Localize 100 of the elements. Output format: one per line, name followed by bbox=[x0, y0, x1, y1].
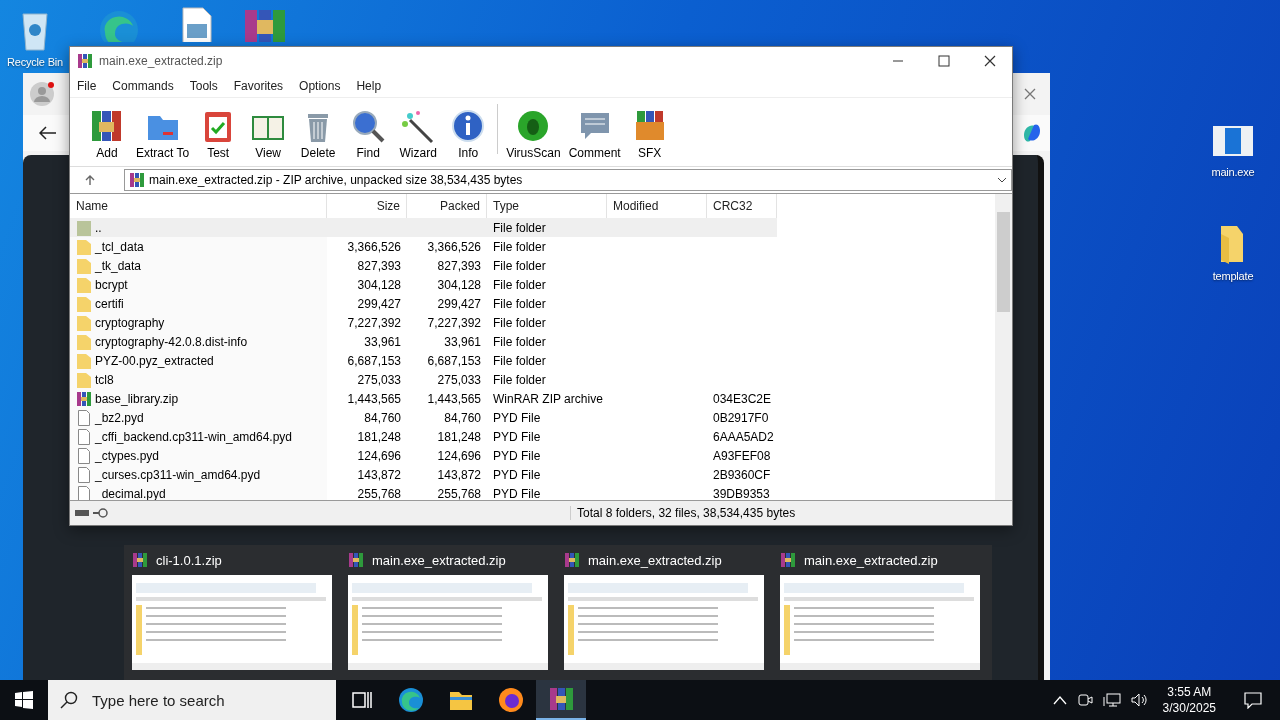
toolbar-button[interactable]: Delete bbox=[293, 108, 344, 160]
search-icon bbox=[60, 691, 78, 709]
type-cell-text: File folder bbox=[492, 277, 547, 292]
file-name: _tcl_data bbox=[95, 239, 144, 254]
search-field[interactable]: Type here to search bbox=[48, 680, 336, 720]
menu-item[interactable]: Commands bbox=[112, 79, 174, 93]
file-name: _cffi_backend.cp311-win_amd64.pyd bbox=[95, 429, 293, 444]
type-cell-text: File folder bbox=[492, 334, 547, 349]
toolbar-button[interactable]: Info bbox=[443, 108, 494, 160]
packed-cell-text: 304,128 bbox=[436, 277, 482, 292]
file-row[interactable]: _tcl_data 3,366,526 3,366,526 File folder bbox=[70, 237, 777, 256]
toolbar-button[interactable]: VirusScan bbox=[502, 108, 565, 160]
camera-icon[interactable] bbox=[1076, 692, 1093, 708]
size-cell-text: 143,872 bbox=[356, 467, 402, 482]
folder-icon bbox=[76, 352, 92, 369]
folder-icon bbox=[76, 314, 92, 331]
menu-item[interactable]: File bbox=[77, 79, 97, 93]
packed-cell-text: 827,393 bbox=[436, 258, 482, 273]
file-row[interactable]: _curses.cp311-win_amd64.pyd 143,872 143,872 PYD File 2B9360CF bbox=[70, 465, 777, 484]
file-row[interactable]: .. File folder bbox=[70, 218, 777, 237]
toolbar-button[interactable]: Comment bbox=[564, 108, 625, 160]
windows-start-icon[interactable] bbox=[15, 691, 33, 709]
browser-icon bbox=[398, 687, 424, 713]
file-name: _decimal.pyd bbox=[95, 486, 166, 500]
menu-item[interactable]: Favorites bbox=[233, 79, 284, 93]
packed-cell-text: 255,768 bbox=[436, 486, 482, 500]
desktop-icon-label: template bbox=[1212, 270, 1254, 282]
notification-icon[interactable] bbox=[1244, 691, 1262, 709]
packed-cell-text: 124,696 bbox=[436, 448, 482, 463]
close-icon[interactable] bbox=[984, 55, 996, 67]
file-row[interactable]: _tk_data 827,393 827,393 File folder bbox=[70, 256, 777, 275]
file-name: cryptography bbox=[95, 315, 165, 330]
size-cell-text: 84,760 bbox=[363, 410, 402, 425]
file-row[interactable]: _ctypes.pyd 124,696 124,696 PYD File A93FEF08 bbox=[70, 446, 777, 465]
packed-cell-text: 299,427 bbox=[436, 296, 482, 311]
back-arrow-icon[interactable] bbox=[39, 126, 57, 140]
clock-date[interactable]: 3/30/2025 bbox=[1162, 700, 1216, 716]
menu-item[interactable]: Tools bbox=[189, 79, 218, 93]
file-row[interactable]: _cffi_backend.cp311-win_amd64.pyd 181,248 181,248 PYD File 6AAA5AD2 bbox=[70, 427, 777, 446]
type-cell-text: PYD File bbox=[492, 429, 542, 444]
clock-time[interactable]: 3:55 AM bbox=[1167, 684, 1212, 700]
folder-icon bbox=[76, 295, 92, 312]
magnifier-icon bbox=[350, 108, 387, 144]
file-name: tcl8 bbox=[95, 372, 114, 387]
toolbar-button[interactable]: Find bbox=[343, 108, 394, 160]
packed-cell-text: 33,961 bbox=[443, 334, 482, 349]
file-row[interactable]: base_library.zip 1,443,565 1,443,565 WinRAR ZIP archive 034E3C2E bbox=[70, 389, 777, 408]
file-row[interactable]: PYZ-00.pyz_extracted 6,687,153 6,687,153 File folder bbox=[70, 351, 777, 370]
size-cell-text: 1,443,565 bbox=[346, 391, 402, 406]
path-field[interactable]: main.exe_extracted.zip - ZIP archive, unpacked size 38,534,435 bytes bbox=[124, 169, 1012, 191]
volume-icon[interactable] bbox=[1130, 692, 1149, 708]
size-cell-text: 6,687,153 bbox=[346, 353, 402, 368]
chevron-up-icon[interactable] bbox=[1052, 695, 1067, 705]
file-name: certifi bbox=[95, 296, 124, 311]
packed-cell-text: 3,366,526 bbox=[426, 239, 482, 254]
archive-icon bbox=[77, 53, 93, 69]
network-icon[interactable] bbox=[1102, 692, 1121, 708]
fox-icon bbox=[498, 687, 524, 713]
desktop-icon-label: main.exe bbox=[1211, 166, 1255, 178]
taskbar-app-button[interactable] bbox=[536, 680, 586, 720]
file-name: cryptography-42.0.8.dist-info bbox=[95, 334, 248, 349]
toolbar-button[interactable]: Test bbox=[193, 108, 244, 160]
toolbar-button[interactable]: SFX bbox=[624, 108, 675, 160]
folder-icon bbox=[76, 333, 92, 350]
type-cell-text: File folder bbox=[492, 239, 547, 254]
file-row[interactable]: _bz2.pyd 84,760 84,760 PYD File 0B2917F0 bbox=[70, 408, 777, 427]
file-icon bbox=[76, 409, 92, 426]
avatar-icon[interactable] bbox=[29, 81, 55, 107]
file-row[interactable]: certifi 299,427 299,427 File folder bbox=[70, 294, 777, 313]
menu-item[interactable]: Options bbox=[299, 79, 341, 93]
toolbar-button[interactable]: Wizard bbox=[393, 108, 444, 160]
folder-icon bbox=[76, 238, 92, 255]
archive-icon bbox=[129, 172, 145, 188]
size-cell-text: 827,393 bbox=[356, 258, 402, 273]
toolbar-button[interactable]: View bbox=[243, 108, 294, 160]
desktop-icon-label: Recycle Bin bbox=[7, 56, 63, 68]
size-cell-text: 3,366,526 bbox=[346, 239, 402, 254]
file-row[interactable]: bcrypt 304,128 304,128 File folder bbox=[70, 275, 777, 294]
folder-icon bbox=[76, 371, 92, 388]
toolbar-button[interactable]: Extract To bbox=[132, 108, 194, 160]
file-name: bcrypt bbox=[95, 277, 128, 292]
type-cell-text: PYD File bbox=[492, 486, 542, 500]
file-row[interactable]: cryptography 7,227,392 7,227,392 File folder bbox=[70, 313, 777, 332]
menu-item[interactable]: Help bbox=[356, 79, 382, 93]
maximize-icon[interactable] bbox=[938, 55, 950, 67]
file-name: _bz2.pyd bbox=[95, 410, 144, 425]
preview-title: main.exe_extracted.zip bbox=[588, 552, 722, 568]
file-icon bbox=[76, 466, 92, 483]
type-cell-text: File folder bbox=[492, 258, 547, 273]
type-cell-text: File folder bbox=[492, 315, 547, 330]
scrollbar[interactable] bbox=[995, 194, 1012, 500]
size-cell-text: 304,128 bbox=[356, 277, 402, 292]
file-row[interactable]: tcl8 275,033 275,033 File folder bbox=[70, 370, 777, 389]
up-arrow-icon[interactable] bbox=[84, 174, 96, 186]
packed-cell-text: 7,227,392 bbox=[426, 315, 482, 330]
type-cell-text: File folder bbox=[492, 372, 547, 387]
toolbar-button[interactable]: Add bbox=[82, 108, 132, 160]
type-cell-text: PYD File bbox=[492, 410, 542, 425]
file-row[interactable]: cryptography-42.0.8.dist-info 33,961 33,961 File folder bbox=[70, 332, 777, 351]
packed-cell-text: 143,872 bbox=[436, 467, 482, 482]
